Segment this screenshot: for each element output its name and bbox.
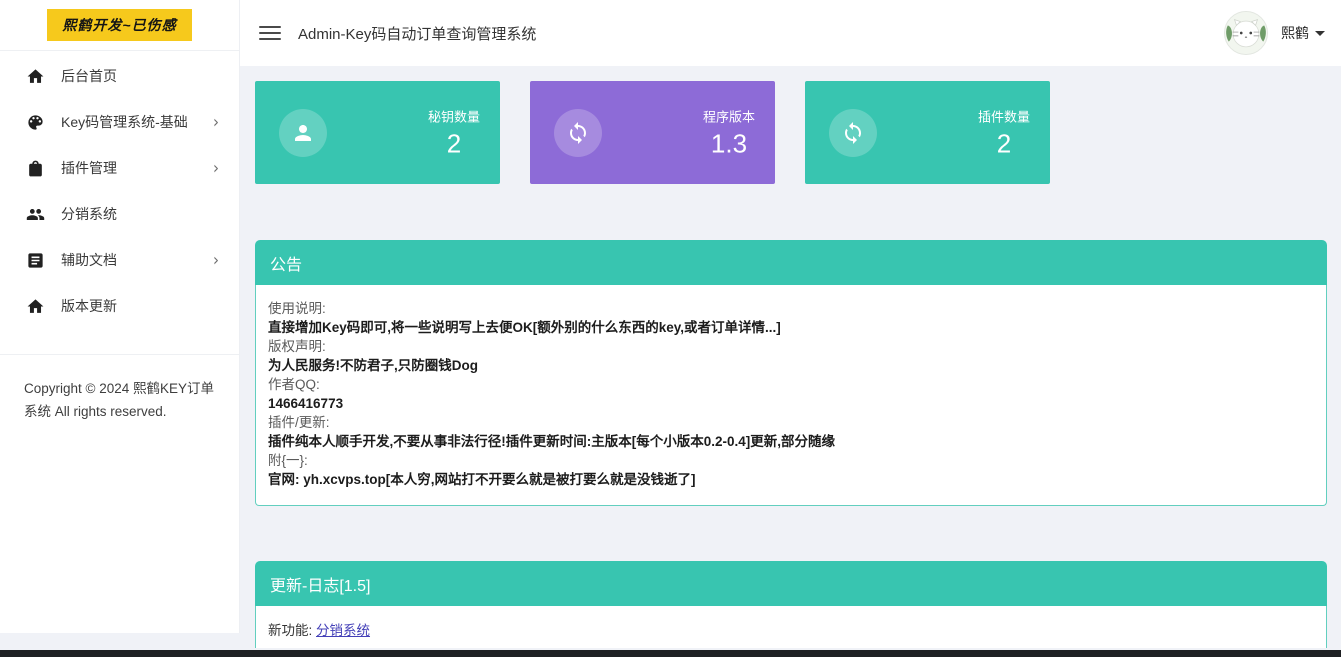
person-icon — [279, 109, 327, 157]
sidebar-menu: 后台首页 Key码管理系统-基础 › 插件管理 › 分销系统 — [0, 51, 239, 329]
changelog-entry-prefix: 新功能: — [268, 623, 316, 638]
sidebar-item-distribution[interactable]: 分销系统 — [0, 191, 239, 237]
copyright-text: Copyright © 2024 熙鹤KEY订单系统 All rights re… — [0, 355, 239, 423]
stat-cards-row: 秘钥数量 2 程序版本 1.3 插件数量 2 — [255, 81, 1327, 184]
bag-icon — [26, 158, 46, 178]
user-menu[interactable]: 熙鹤 — [1224, 11, 1325, 55]
sync-icon — [829, 109, 877, 157]
page-title: Admin-Key码自动订单查询管理系统 — [298, 23, 536, 44]
stat-label: 程序版本 — [703, 106, 755, 125]
sync-icon — [554, 109, 602, 157]
stat-card-key-count[interactable]: 秘钥数量 2 — [255, 81, 500, 184]
announcement-line: 官网: yh.xcvps.top[本人穷,网站打不开要么就是被打要么就是没钱逝了… — [268, 470, 1314, 489]
announcement-line: 插件纯本人顺手开发,不要从事非法行径!插件更新时间:主版本[每个小版本0.2-0… — [268, 432, 1314, 451]
sidebar-item-key-management[interactable]: Key码管理系统-基础 › — [0, 99, 239, 145]
stat-label: 秘钥数量 — [428, 106, 480, 125]
changelog-panel: 更新-日志[1.5] 新功能: 分销系统 — [255, 561, 1327, 648]
caret-down-icon — [1315, 31, 1325, 36]
sidebar-item-label: 辅助文档 — [61, 250, 117, 270]
bottom-taskbar-strip — [0, 650, 1341, 657]
distribution-system-link[interactable]: 分销系统 — [316, 623, 370, 638]
sidebar-item-version-update[interactable]: 版本更新 — [0, 283, 239, 329]
stat-card-program-version[interactable]: 程序版本 1.3 — [530, 81, 775, 184]
home-icon — [26, 66, 46, 86]
announcement-line: 为人民服务!不防君子,只防圈钱Dog — [268, 356, 1314, 375]
document-icon — [26, 250, 46, 270]
sidebar-item-plugin-management[interactable]: 插件管理 › — [0, 145, 239, 191]
announcement-line: 插件/更新: — [268, 413, 1314, 432]
home-icon — [26, 296, 46, 316]
sidebar-item-label: 分销系统 — [61, 204, 117, 224]
hamburger-menu-icon[interactable] — [259, 26, 281, 40]
sidebar-item-label: 插件管理 — [61, 158, 117, 178]
sidebar-header: 熙鹤开发~已伤感 — [0, 0, 239, 51]
avatar[interactable] — [1224, 11, 1268, 55]
announcement-panel-title: 公告 — [255, 240, 1327, 285]
stat-value: 2 — [447, 128, 461, 159]
sidebar-item-dashboard[interactable]: 后台首页 — [0, 53, 239, 99]
username[interactable]: 熙鹤 — [1281, 23, 1325, 43]
sidebar-item-label: 后台首页 — [61, 66, 117, 86]
group-icon — [26, 204, 46, 224]
brand-badge[interactable]: 熙鹤开发~已伤感 — [47, 9, 191, 41]
changelog-panel-title: 更新-日志[1.5] — [255, 561, 1327, 606]
chevron-right-icon: › — [213, 250, 219, 270]
sidebar-item-label: Key码管理系统-基础 — [61, 112, 188, 132]
chevron-right-icon: › — [213, 158, 219, 178]
changelog-entry: 新功能: 分销系统 — [268, 619, 1314, 639]
stat-label: 插件数量 — [978, 106, 1030, 125]
changelog-panel-body: 新功能: 分销系统 — [255, 606, 1327, 648]
stat-value: 1.3 — [711, 128, 747, 159]
topbar: Admin-Key码自动订单查询管理系统 熙鹤 — [240, 0, 1341, 66]
announcement-line: 使用说明: — [268, 299, 1314, 318]
announcement-panel-body: 使用说明: 直接增加Key码即可,将一些说明写上去便OK[额外别的什么东西的ke… — [255, 285, 1327, 506]
main-content: 秘钥数量 2 程序版本 1.3 插件数量 2 公告 使用说 — [240, 66, 1341, 650]
stat-value: 2 — [997, 128, 1011, 159]
announcement-line: 附{一}: — [268, 451, 1314, 470]
palette-icon — [26, 112, 46, 132]
sidebar-item-label: 版本更新 — [61, 296, 117, 316]
chevron-right-icon: › — [213, 112, 219, 132]
sidebar-item-docs[interactable]: 辅助文档 › — [0, 237, 239, 283]
stat-card-plugin-count[interactable]: 插件数量 2 — [805, 81, 1050, 184]
announcement-line: 直接增加Key码即可,将一些说明写上去便OK[额外别的什么东西的key,或者订单… — [268, 318, 1314, 337]
announcement-line: 版权声明: — [268, 337, 1314, 356]
announcement-line: 1466416773 — [268, 394, 1314, 413]
announcement-panel: 公告 使用说明: 直接增加Key码即可,将一些说明写上去便OK[额外别的什么东西… — [255, 240, 1327, 506]
announcement-line: 作者QQ: — [268, 375, 1314, 394]
sidebar: 熙鹤开发~已伤感 后台首页 Key码管理系统-基础 › 插件管理 › — [0, 0, 240, 633]
